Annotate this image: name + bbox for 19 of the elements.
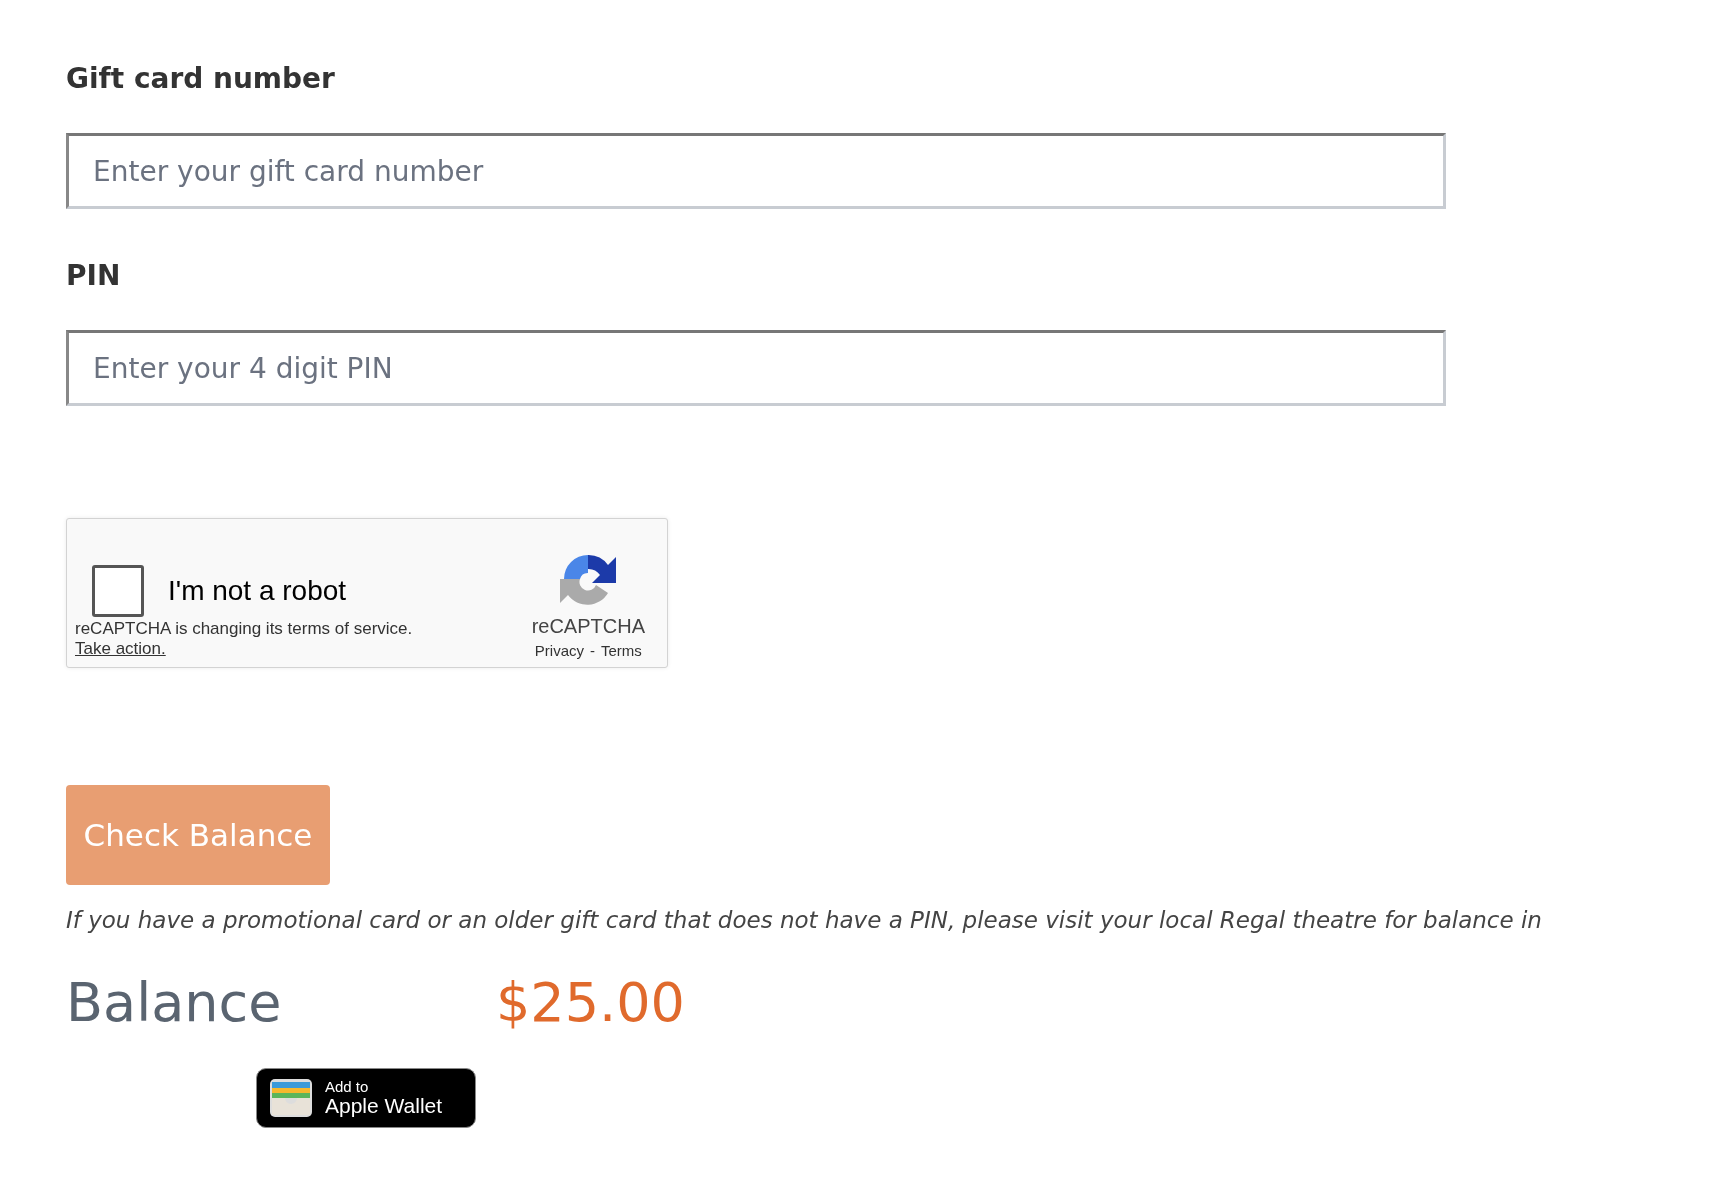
pin-note: If you have a promotional card or an older gift card that does not have a PIN, please visit your local Regal theatre for balance in (66, 907, 1543, 933)
wallet-text-large: Apple Wallet (325, 1094, 443, 1117)
privacy-link[interactable]: Privacy (534, 642, 584, 659)
wallet-text-small: Add to (325, 1079, 369, 1095)
captcha-label: I'm not a robot (168, 575, 347, 607)
captcha-notice: reCAPTCHA is changing its terms of service. (75, 619, 413, 639)
balance-label: Balance (66, 971, 283, 1034)
recaptcha-brand: reCAPTCHA (531, 615, 645, 638)
terms-link[interactable]: Terms (601, 642, 642, 659)
input-field[interactable]: Enter your gift card number (66, 133, 1446, 209)
balance-amount: $25.00 (496, 971, 685, 1034)
add-to-wallet-button[interactable]: Add to Apple Wallet (256, 1068, 476, 1128)
input-field[interactable]: Enter your 4 digit PIN (66, 330, 1446, 406)
take-action-link[interactable]: Take action. (75, 639, 166, 658)
link-separator: - (590, 642, 595, 659)
captcha-checkbox[interactable] (92, 565, 144, 617)
field-label: PIN (66, 259, 122, 292)
wallet-icon (269, 1078, 313, 1118)
field-label: Gift card number (66, 62, 336, 95)
